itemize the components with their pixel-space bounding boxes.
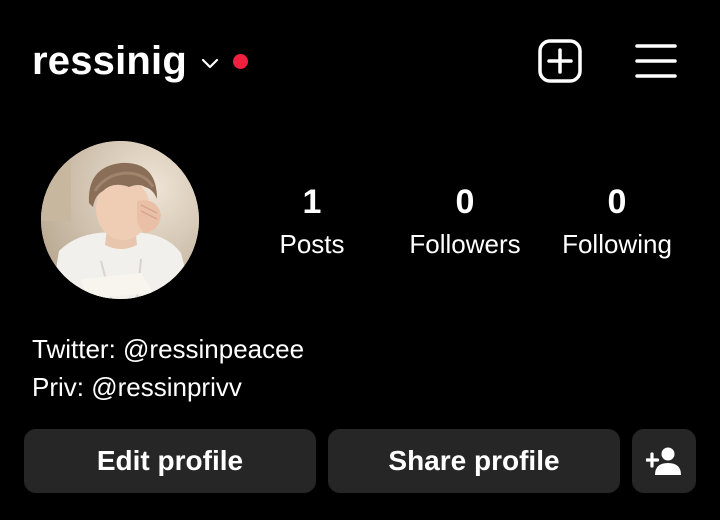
- following-count: 0: [607, 183, 627, 221]
- bio-line: Twitter: @ressinpeacee: [32, 334, 305, 364]
- bio-line: Priv: @ressinprivv: [32, 372, 242, 402]
- profile-header: ressinig: [0, 0, 720, 120]
- account-switcher[interactable]: ressinig: [32, 36, 248, 86]
- chevron-down-icon: [199, 52, 221, 74]
- edit-profile-button[interactable]: Edit profile: [24, 429, 316, 493]
- edit-profile-label: Edit profile: [96, 445, 244, 476]
- share-profile-label: Share profile: [388, 445, 560, 476]
- following-stat[interactable]: 0 Following: [537, 180, 697, 264]
- followers-label: Followers: [409, 229, 521, 259]
- create-post-button[interactable]: [536, 37, 584, 85]
- bio: Twitter: @ressinpeacee Priv: @ressinpriv…: [32, 330, 304, 406]
- posts-count: 1: [302, 183, 322, 221]
- share-profile-button[interactable]: Share profile: [328, 429, 620, 493]
- posts-stat[interactable]: 1 Posts: [232, 180, 392, 264]
- following-label: Following: [562, 229, 672, 259]
- plus-square-icon: [538, 39, 582, 83]
- discover-people-button[interactable]: [632, 429, 696, 493]
- avatar[interactable]: [41, 141, 199, 299]
- followers-stat[interactable]: 0 Followers: [385, 180, 545, 264]
- username: ressinig: [32, 39, 187, 83]
- person-add-icon: [646, 447, 681, 475]
- posts-label: Posts: [279, 229, 345, 259]
- hamburger-menu-icon: [635, 44, 677, 78]
- profile-photo: [41, 141, 199, 299]
- menu-button[interactable]: [632, 37, 680, 85]
- followers-count: 0: [455, 183, 475, 221]
- notification-dot: [233, 53, 248, 69]
